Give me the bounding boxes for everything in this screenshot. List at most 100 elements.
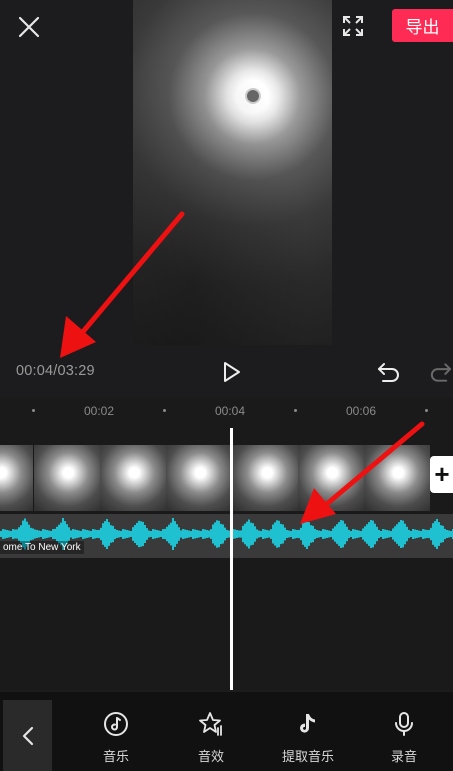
waveform-bar — [246, 521, 248, 547]
waveform-bar — [88, 530, 90, 538]
waveform-bar — [216, 520, 218, 548]
waveform-bar — [354, 529, 356, 539]
waveform-bar — [408, 529, 410, 539]
waveform-bar — [266, 530, 268, 538]
video-thumbnail — [34, 445, 101, 511]
waveform-bar — [160, 531, 162, 537]
waveform-bar — [204, 529, 206, 539]
waveform-bar — [242, 525, 244, 543]
waveform-bar — [158, 530, 160, 538]
waveform-bar — [300, 527, 302, 541]
microphone-icon — [390, 710, 418, 738]
waveform-bar — [352, 529, 354, 539]
waveform-bar — [438, 522, 440, 546]
tool-label: 音效 — [197, 749, 224, 764]
back-button[interactable] — [3, 700, 52, 771]
waveform-bar — [206, 530, 208, 538]
waveform-bar — [338, 522, 340, 546]
play-icon — [224, 362, 240, 382]
record-tool[interactable]: 录音 — [364, 692, 444, 771]
waveform-bar — [270, 529, 272, 539]
waveform-bar — [202, 529, 204, 539]
waveform-bar — [294, 529, 296, 539]
waveform-bar — [370, 520, 372, 548]
waveform-bar — [170, 522, 172, 546]
waveform-bar — [188, 530, 190, 538]
waveform-bar — [302, 523, 304, 545]
waveform-bar — [234, 529, 236, 539]
waveform-bar — [4, 529, 6, 539]
extract-music-tool[interactable]: 提取音乐 — [268, 692, 348, 771]
waveform-bar — [126, 530, 128, 538]
waveform-bar — [84, 529, 86, 539]
waveform-bar — [238, 530, 240, 538]
waveform-bar — [114, 528, 116, 540]
waveform-bar — [418, 530, 420, 538]
waveform-bar — [376, 526, 378, 542]
waveform-bar — [72, 529, 74, 539]
playhead[interactable] — [230, 428, 233, 690]
fullscreen-button[interactable] — [336, 9, 370, 43]
music-icon — [102, 710, 130, 738]
waveform-bar — [144, 525, 146, 543]
waveform-bar — [328, 530, 330, 538]
waveform-bar — [78, 530, 80, 538]
waveform-bar — [252, 523, 254, 545]
video-editor-screen: 导出 00:04/03:29 00:02 00:04 00:06 + ome T… — [0, 0, 453, 771]
video-track[interactable] — [0, 445, 453, 511]
video-thumbnail — [364, 445, 431, 511]
time-ruler[interactable]: 00:02 00:04 00:06 — [0, 398, 453, 424]
preview-shading — [133, 0, 332, 345]
waveform-bar — [76, 530, 78, 538]
waveform-bar — [254, 526, 256, 542]
waveform-bar — [190, 531, 192, 537]
export-button[interactable]: 导出 — [392, 9, 453, 42]
waveform-bar — [314, 528, 316, 540]
waveform-bar — [10, 531, 12, 537]
waveform-bar — [362, 528, 364, 540]
timeline[interactable]: 00:02 00:04 00:06 + ome To New York — [0, 398, 453, 690]
close-button[interactable] — [12, 10, 46, 44]
play-button[interactable] — [218, 358, 246, 386]
waveform-bar — [380, 531, 382, 537]
waveform-bar — [344, 523, 346, 545]
waveform-bar — [292, 529, 294, 539]
waveform-bar — [156, 530, 158, 538]
waveform-bar — [48, 530, 50, 538]
waveform-bar — [256, 529, 258, 539]
audio-track[interactable]: ome To New York — [0, 514, 453, 558]
close-icon — [18, 16, 40, 38]
waveform-bar — [426, 530, 428, 538]
sound-effect-tool[interactable]: 音效 — [171, 692, 251, 771]
waveform-bar — [440, 525, 442, 543]
video-thumbnail — [233, 445, 300, 511]
waveform-bar — [264, 529, 266, 539]
waveform-bar — [30, 527, 32, 541]
redo-button[interactable] — [428, 358, 453, 386]
waveform-bar — [366, 524, 368, 544]
waveform-bar — [360, 531, 362, 537]
waveform-bar — [176, 524, 178, 544]
waveform-bar — [290, 531, 292, 537]
music-tool[interactable]: 音乐 — [76, 692, 156, 771]
undo-button[interactable] — [374, 358, 404, 386]
waveform-bar — [278, 520, 280, 548]
tool-label: 音乐 — [102, 749, 129, 764]
waveform-bar — [240, 530, 242, 538]
add-clip-button[interactable]: + — [430, 456, 453, 493]
waveform-bar — [368, 522, 370, 546]
waveform-bar — [6, 530, 8, 538]
ruler-label: 00:06 — [346, 404, 377, 418]
video-preview[interactable] — [133, 0, 332, 345]
waveform-bar — [96, 530, 98, 538]
waveform-bar — [306, 519, 308, 549]
waveform-bar — [118, 530, 120, 538]
waveform-bar — [340, 520, 342, 548]
waveform-bar — [152, 529, 154, 539]
waveform-bar — [350, 531, 352, 537]
waveform-bar — [100, 527, 102, 541]
waveform-bar — [222, 524, 224, 544]
waveform-bar — [210, 529, 212, 539]
waveform-bar — [444, 528, 446, 540]
waveform-bar — [374, 523, 376, 545]
